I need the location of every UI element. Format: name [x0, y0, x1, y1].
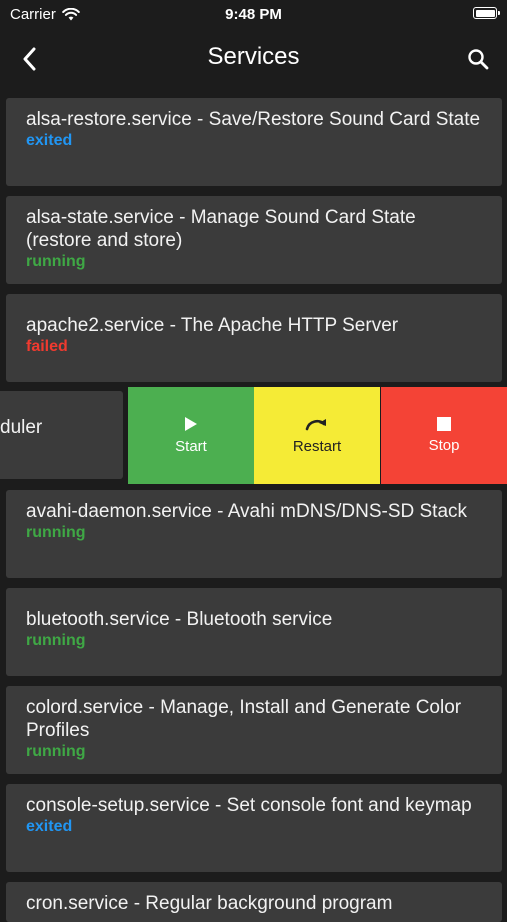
service-status: running: [26, 524, 86, 541]
service-status: exited: [26, 818, 73, 835]
clock: 9:48 PM: [225, 6, 282, 23]
navigation-bar: Services: [0, 28, 507, 90]
stop-button[interactable]: Stop: [381, 387, 507, 484]
service-item-cron[interactable]: cron.service - Regular background progra…: [6, 882, 502, 922]
redo-icon: [305, 419, 326, 431]
service-item-colord[interactable]: colord.service - Manage, Install and Gen…: [6, 686, 502, 774]
start-button[interactable]: Start: [128, 387, 254, 484]
service-item-console-setup[interactable]: console-setup.service - Set console font…: [6, 784, 502, 872]
status-bar: Carrier 9:48 PM: [0, 0, 507, 28]
service-status: failed: [26, 338, 68, 355]
service-title: cron.service - Regular background progra…: [26, 893, 393, 914]
play-icon: [185, 417, 197, 431]
service-status: running: [26, 743, 86, 760]
service-title: avahi-daemon.service - Avahi mDNS/DNS-SD…: [26, 501, 468, 522]
service-title: console-setup.service - Set console font…: [26, 795, 472, 816]
service-status: running: [26, 253, 86, 270]
restart-label: Restart: [292, 438, 342, 455]
service-item-swiped[interactable]: duler: [0, 391, 123, 479]
service-title: colord.service - Manage, Install and Gen…: [26, 697, 462, 741]
service-item-avahi-daemon[interactable]: avahi-daemon.service - Avahi mDNS/DNS-SD…: [6, 490, 502, 578]
service-status: exited: [26, 132, 73, 149]
service-title: duler: [0, 417, 43, 438]
stop-label: Stop: [428, 437, 460, 454]
stop-icon: [437, 417, 451, 431]
start-label: Start: [175, 438, 207, 455]
service-title: alsa-state.service - Manage Sound Card S…: [26, 207, 416, 251]
service-item-alsa-restore[interactable]: alsa-restore.service - Save/Restore Soun…: [6, 98, 502, 186]
page-title: Services: [207, 43, 300, 70]
service-title: alsa-restore.service - Save/Restore Soun…: [26, 109, 481, 130]
battery-icon: [473, 7, 500, 19]
swiped-service-row: duler Start Restart Stop: [0, 387, 507, 484]
search-icon: [468, 49, 489, 70]
service-title: bluetooth.service - Bluetooth service: [26, 609, 333, 630]
restart-button[interactable]: Restart: [254, 387, 380, 484]
service-title: apache2.service - The Apache HTTP Server: [26, 315, 399, 336]
service-item-apache2[interactable]: apache2.service - The Apache HTTP Server…: [6, 294, 502, 382]
service-item-alsa-state[interactable]: alsa-state.service - Manage Sound Card S…: [6, 196, 502, 284]
service-status: running: [26, 632, 86, 649]
search-button[interactable]: [461, 42, 495, 76]
service-item-bluetooth[interactable]: bluetooth.service - Bluetooth service ru…: [6, 588, 502, 676]
